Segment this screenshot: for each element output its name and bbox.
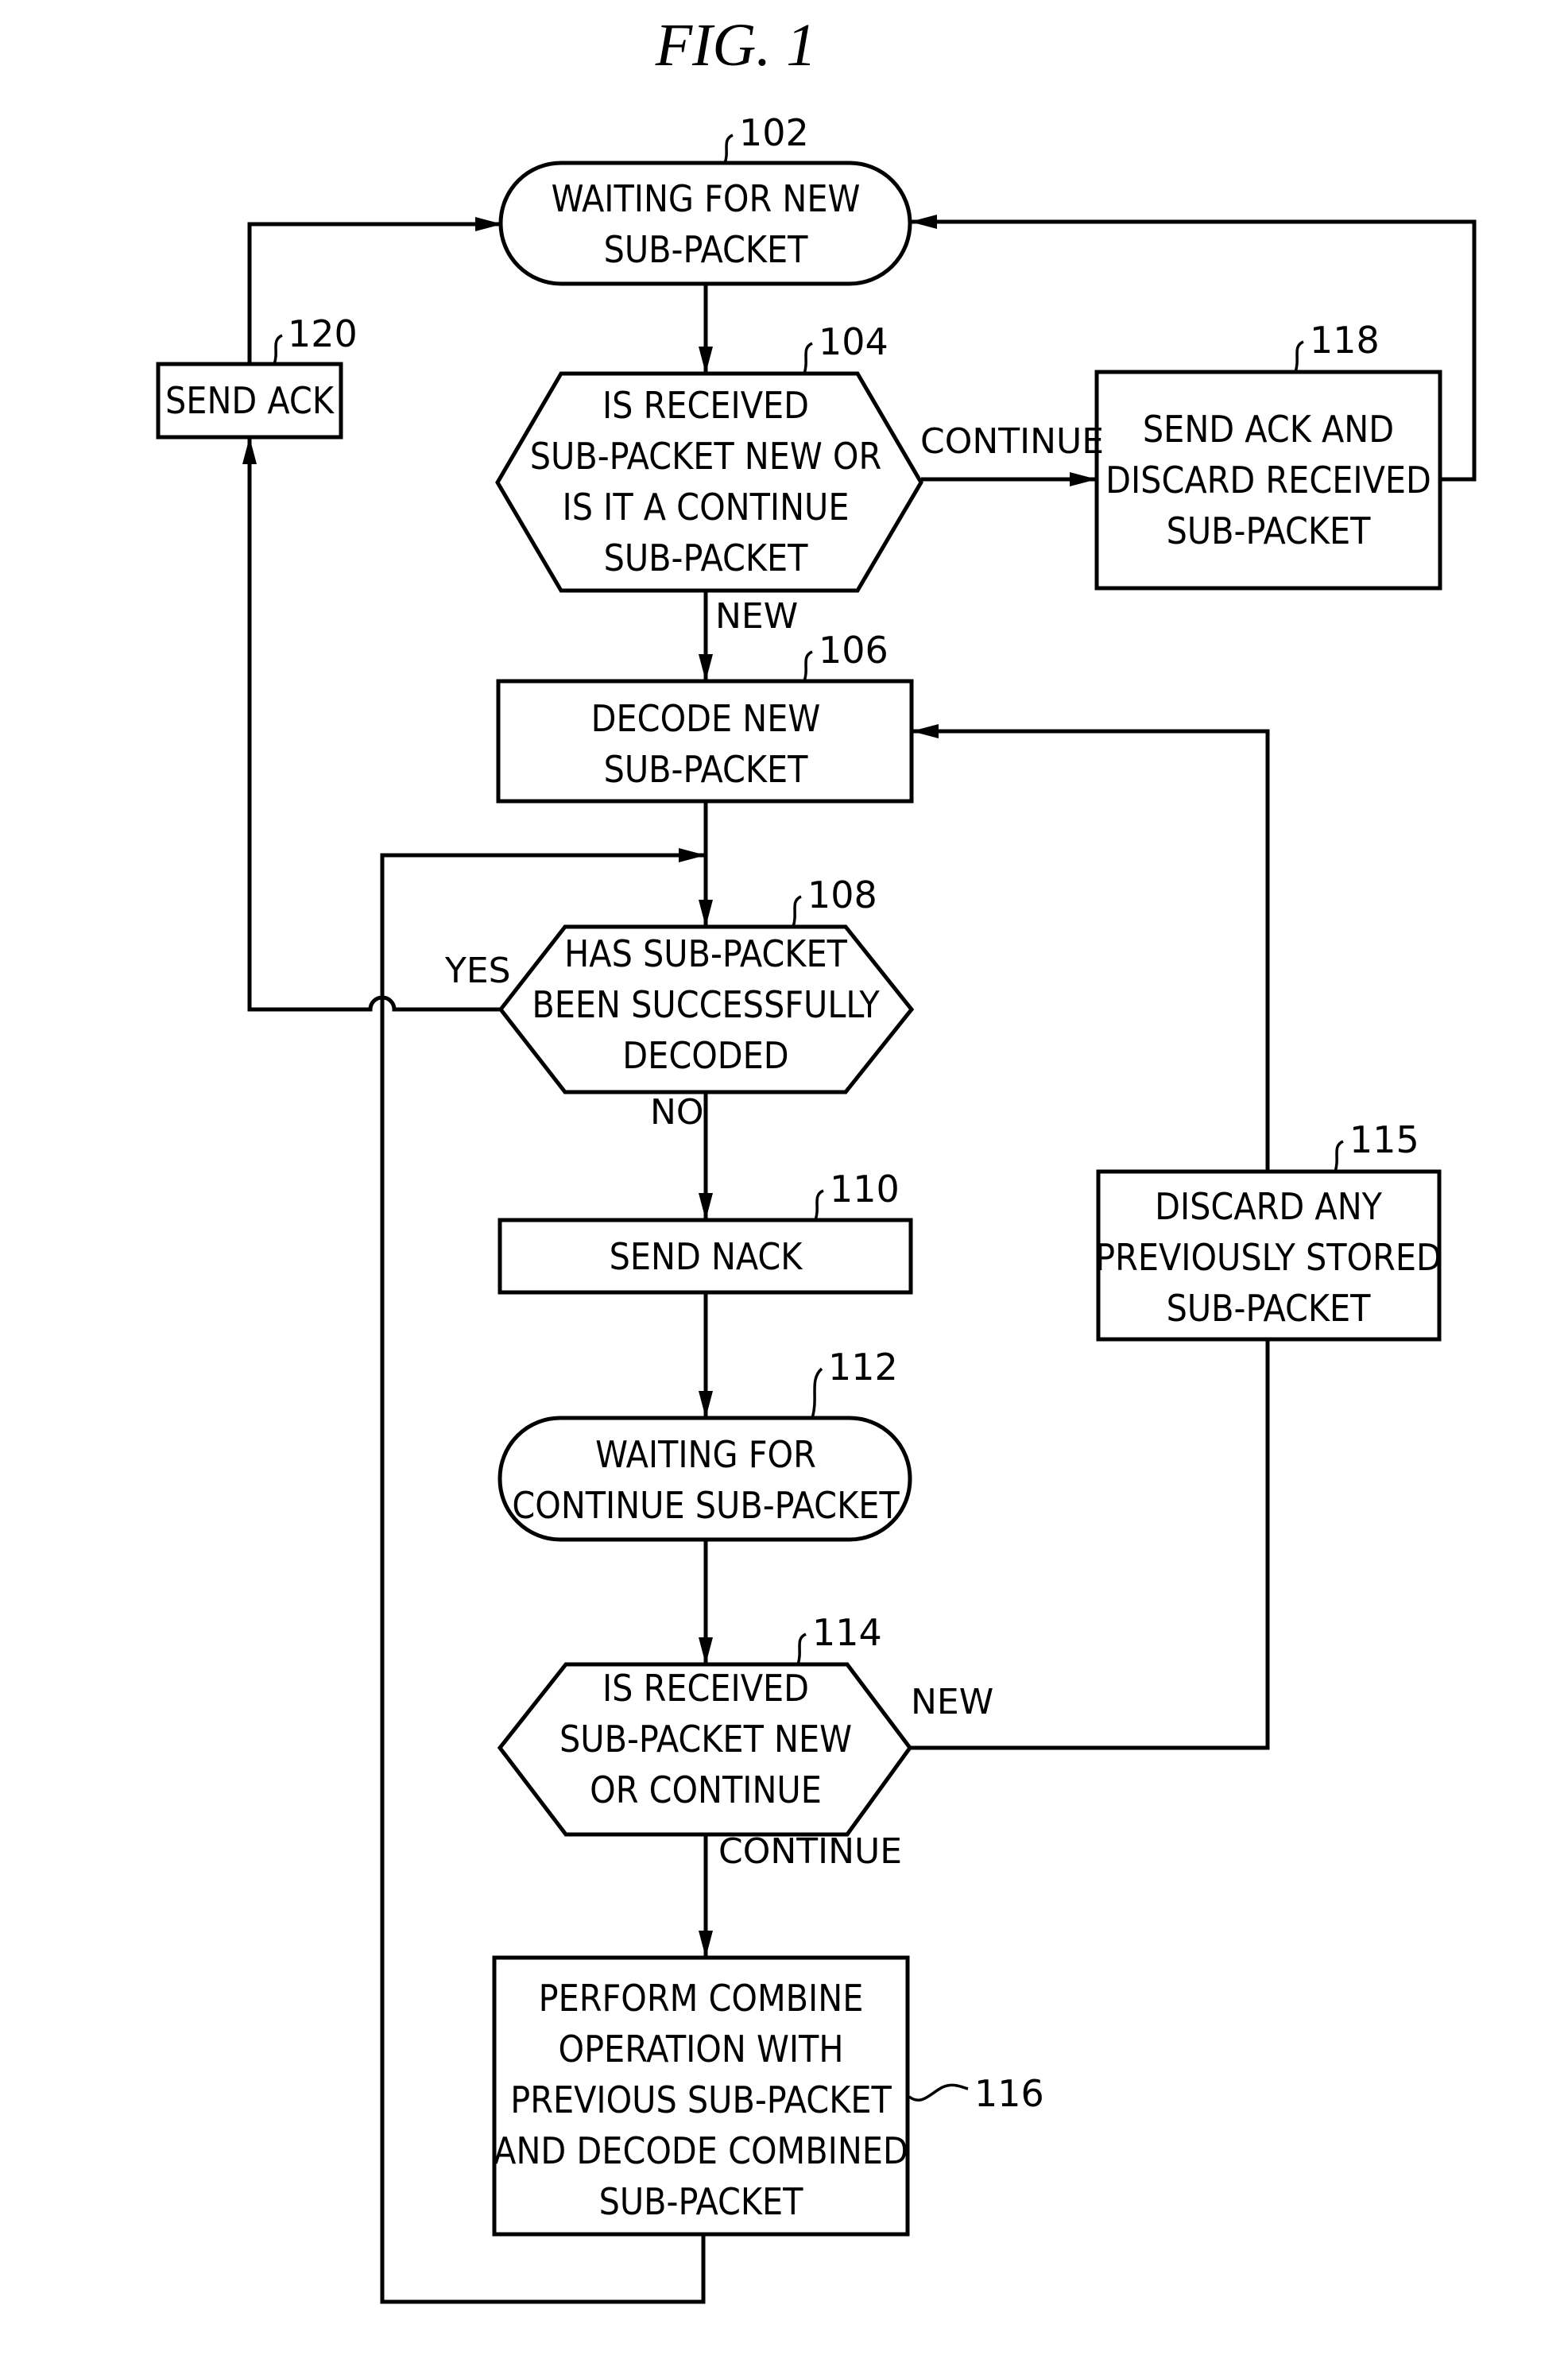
node-115-line-2: PREVIOUSLY STORED bbox=[1095, 1236, 1442, 1279]
node-115-line-1: DISCARD ANY bbox=[1155, 1185, 1383, 1228]
node-120-line-1: SEND ACK bbox=[165, 379, 335, 422]
ref-120: 120 bbox=[288, 312, 358, 355]
node-114-line-3: OR CONTINUE bbox=[590, 1768, 822, 1811]
ref-118: 118 bbox=[1310, 319, 1380, 362]
leader-112 bbox=[811, 1367, 823, 1419]
ref-116: 116 bbox=[974, 2072, 1044, 2115]
node-118-send-ack-and-discard: SEND ACK AND DISCARD RECEIVED SUB-PACKET… bbox=[1094, 319, 1442, 591]
ref-104: 104 bbox=[819, 320, 889, 363]
edge-label-104-continue: CONTINUE bbox=[920, 421, 1104, 462]
node-116-perform-combine-operation: PERFORM COMBINE OPERATION WITH PREVIOUS … bbox=[492, 1955, 1044, 2237]
node-106-line-1: DECODE NEW bbox=[591, 697, 821, 740]
node-118-line-3: SUB-PACKET bbox=[1167, 509, 1372, 552]
edge-108-120 bbox=[242, 437, 501, 1012]
node-115-line-3: SUB-PACKET bbox=[1167, 1287, 1372, 1330]
figure-title: FIG. 1 bbox=[655, 12, 817, 79]
leader-106 bbox=[803, 650, 813, 682]
node-112-line-1: WAITING FOR bbox=[595, 1433, 816, 1476]
node-112-line-2: CONTINUE SUB-PACKET bbox=[512, 1484, 900, 1527]
node-106-line-2: SUB-PACKET bbox=[604, 748, 809, 791]
node-116-line-1: PERFORM COMBINE bbox=[539, 1977, 864, 2020]
edge-label-108-yes: YES bbox=[444, 951, 511, 991]
leader-120 bbox=[273, 334, 283, 365]
ref-115: 115 bbox=[1349, 1118, 1419, 1161]
node-102-waiting-for-new-sub-packet: WAITING FOR NEW SUB-PACKET 102 bbox=[498, 111, 912, 286]
node-102-line-2: SUB-PACKET bbox=[604, 228, 809, 271]
leader-118 bbox=[1294, 340, 1304, 373]
leader-115 bbox=[1334, 1140, 1344, 1172]
node-116-line-3: PREVIOUS SUB-PACKET bbox=[510, 2078, 892, 2121]
node-110-line-1: SEND NACK bbox=[610, 1235, 804, 1278]
node-108-line-2: BEEN SUCCESSFULLY bbox=[532, 983, 880, 1026]
node-116-line-4: AND DECODE COMBINED bbox=[494, 2129, 908, 2172]
leader-114 bbox=[796, 1633, 807, 1665]
ref-110: 110 bbox=[830, 1168, 900, 1211]
leader-110 bbox=[814, 1189, 824, 1221]
ref-114: 114 bbox=[812, 1611, 882, 1654]
node-118-line-1: SEND ACK AND bbox=[1143, 408, 1394, 451]
node-104-line-1: IS RECEIVED bbox=[602, 384, 809, 427]
node-104-line-2: SUB-PACKET NEW OR bbox=[530, 435, 881, 478]
node-104-line-3: IS IT A CONTINUE bbox=[563, 486, 850, 529]
node-104-is-received-new-or-continue: IS RECEIVED SUB-PACKET NEW OR IS IT A CO… bbox=[495, 320, 923, 593]
node-108-line-3: DECODED bbox=[622, 1034, 788, 1077]
edge-label-114-new: NEW bbox=[911, 1682, 993, 1722]
node-120-send-ack: SEND ACK 120 bbox=[156, 312, 358, 440]
ref-112: 112 bbox=[828, 1346, 898, 1389]
leader-102 bbox=[723, 134, 734, 164]
leader-104 bbox=[803, 342, 813, 374]
node-114-line-2: SUB-PACKET NEW bbox=[559, 1718, 852, 1761]
edge-label-104-new: NEW bbox=[715, 596, 798, 637]
node-102-line-1: WAITING FOR NEW bbox=[552, 177, 861, 220]
node-116-line-5: SUB-PACKET bbox=[599, 2180, 804, 2223]
edge-115-106 bbox=[912, 724, 1270, 1172]
node-114-line-1: IS RECEIVED bbox=[602, 1667, 809, 1710]
ref-106: 106 bbox=[819, 629, 889, 672]
leader-108 bbox=[792, 895, 802, 928]
edge-label-108-no: NO bbox=[650, 1092, 704, 1133]
node-116-line-2: OPERATION WITH bbox=[559, 2028, 844, 2071]
node-118-line-2: DISCARD RECEIVED bbox=[1105, 459, 1431, 502]
ref-102: 102 bbox=[739, 111, 809, 154]
edge-label-114-continue: CONTINUE bbox=[718, 1831, 902, 1872]
leader-116 bbox=[908, 2083, 969, 2102]
node-104-line-4: SUB-PACKET bbox=[604, 537, 809, 579]
node-108-line-1: HAS SUB-PACKET bbox=[564, 932, 847, 975]
flowchart: FIG. 1 WAITING FOR NEW SUB-PACKET 102 IS… bbox=[156, 12, 1477, 2304]
ref-108: 108 bbox=[807, 874, 877, 916]
